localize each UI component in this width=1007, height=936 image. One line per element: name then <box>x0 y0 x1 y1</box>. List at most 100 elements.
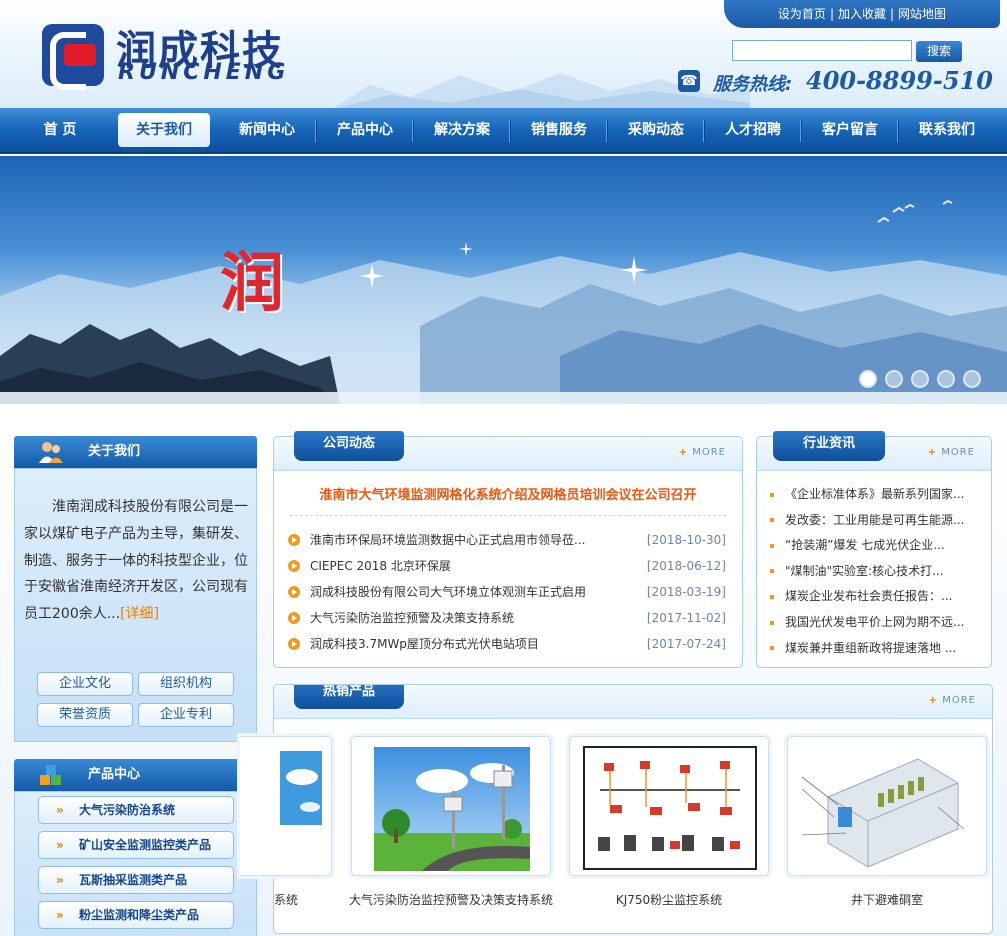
bullet-icon <box>770 594 774 599</box>
page: 润成科技 RUNCHENG 设为首页 | 加入收藏 | 网站地图 搜索 ☎ 服务热线: … <box>0 0 1007 936</box>
product-category-link[interactable]: » 大气污染防治系统 <box>38 796 234 824</box>
nav-item[interactable]: 新闻中心 <box>218 113 316 147</box>
hot-products-more[interactable]: + MORE <box>929 695 976 706</box>
patents-link[interactable]: 企业专利 <box>138 703 234 727</box>
industry-news-title: 煤炭企业发布社会责任报告：... <box>785 589 953 604</box>
honors-link[interactable]: 荣誉资质 <box>37 703 133 727</box>
industry-news-item[interactable]: 煤炭企业发布社会责任报告：... <box>770 586 970 606</box>
hotline-label: 服务热线: <box>713 74 793 95</box>
company-news-title: 公司动态 <box>294 431 404 461</box>
product-caption[interactable]: 系统 <box>240 891 332 908</box>
logo-english-text[interactable]: RUNCHENG <box>118 60 289 85</box>
play-bullet-icon <box>288 560 300 572</box>
news-date: [2018-03-19] <box>646 585 726 599</box>
product-card[interactable] <box>351 736 551 876</box>
set-homepage-link[interactable]: 设为首页 <box>778 7 826 21</box>
play-bullet-icon <box>288 586 300 598</box>
news-date: [2017-07-24] <box>646 637 726 651</box>
industry-news-item[interactable]: 《企业标准体系》最新系列国家... <box>770 484 970 504</box>
product-category-label: 粉尘监测和降尘类产品 <box>79 908 200 922</box>
product-category-link[interactable]: » 矿山安全监测监控类产品 <box>38 831 234 859</box>
search-button[interactable]: 搜索 <box>916 41 962 62</box>
nav-item[interactable]: 客户留言 <box>801 113 899 147</box>
nav-item[interactable]: 首 页 <box>10 113 110 147</box>
company-news-more[interactable]: + MORE <box>679 447 726 458</box>
banner-dot[interactable] <box>885 370 903 388</box>
product-card[interactable] <box>240 736 332 876</box>
hero-banner: 润 <box>0 156 1007 404</box>
bullet-icon <box>770 492 774 497</box>
news-item[interactable]: 润成科技3.7MWp屋顶分布式光伏电站项目 [2017-07-24] <box>288 633 728 655</box>
news-date: [2018-10-30] <box>646 533 726 547</box>
banner-dot[interactable] <box>937 370 955 388</box>
bullet-icon <box>770 620 774 625</box>
news-item[interactable]: 淮南市环保局环境监测数据中心正式启用市领导莅... [2018-10-30] <box>288 529 728 551</box>
product-caption[interactable]: 井下避难硐室 <box>787 891 987 908</box>
banner-landscape <box>0 199 1007 404</box>
play-bullet-icon <box>288 534 300 546</box>
product-caption[interactable]: 大气污染防治监控预警及决策支持系统 <box>340 891 562 908</box>
nav-divider <box>315 120 316 142</box>
industry-news-more[interactable]: + MORE <box>928 447 975 458</box>
people-icon <box>39 442 63 463</box>
arrow-icon: » <box>56 873 64 887</box>
industry-news-item[interactable]: "煤制油"实验室:核心技术打... <box>770 561 970 581</box>
banner-dot[interactable] <box>911 370 929 388</box>
logo-mark[interactable] <box>42 24 104 90</box>
product-image <box>801 758 965 868</box>
banner-dot[interactable] <box>963 370 981 388</box>
industry-news-item[interactable]: 我国光伏发电平价上网为期不远... <box>770 612 970 632</box>
sitemap-link[interactable]: 网站地图 <box>898 7 946 21</box>
product-category-link[interactable]: » 瓦斯抽采监测类产品 <box>38 866 234 894</box>
nav-item[interactable]: 人才招聘 <box>704 113 802 147</box>
products-side-title: 产品中心 <box>88 767 141 782</box>
product-caption[interactable]: KJ750粉尘监控系统 <box>569 891 769 908</box>
product-card[interactable] <box>569 736 769 876</box>
product-category-link[interactable]: » 粉尘监测和降尘类产品 <box>38 901 234 929</box>
add-favorite-link[interactable]: 加入收藏 <box>838 7 886 21</box>
hot-products-title: 热销产品 <box>294 685 404 709</box>
arrow-icon: » <box>56 838 64 852</box>
culture-link[interactable]: 企业文化 <box>37 672 133 696</box>
nav-item[interactable]: 销售服务 <box>510 113 608 147</box>
nav-divider <box>897 120 898 142</box>
product-category-label: 瓦斯抽采监测类产品 <box>79 873 188 887</box>
nav-item[interactable]: 采购动态 <box>607 113 705 147</box>
about-detail-link[interactable]: [详细] <box>120 606 159 622</box>
industry-news-item[interactable]: “抢装潮”爆发 七成光伏企业... <box>770 535 970 555</box>
news-title: 润成科技股份有限公司大气环境立体观测车正式启用 <box>310 585 587 599</box>
news-item[interactable]: 润成科技股份有限公司大气环境立体观测车正式启用 [2018-03-19] <box>288 581 728 603</box>
bullet-icon <box>770 569 774 574</box>
nav-item[interactable]: 联系我们 <box>898 113 996 147</box>
news-date: [2018-06-12] <box>646 559 726 573</box>
top-links-bar: 设为首页 | 加入收藏 | 网站地图 <box>724 0 1000 28</box>
news-title: 润成科技3.7MWp屋顶分布式光伏电站项目 <box>310 637 539 651</box>
product-category-label: 矿山安全监测监控类产品 <box>79 838 212 852</box>
product-card[interactable] <box>787 736 987 876</box>
about-header: 关于我们 <box>14 436 257 468</box>
cubes-icon <box>40 765 61 785</box>
headline-divider <box>290 515 726 516</box>
product-category-label: 大气污染防治系统 <box>79 803 176 817</box>
about-title: 关于我们 <box>88 444 141 459</box>
product-image <box>374 747 530 871</box>
banner-dot[interactable] <box>859 370 877 388</box>
arrow-icon: » <box>56 803 64 817</box>
banner-title: 润 <box>220 246 284 321</box>
nav-item[interactable]: 产品中心 <box>316 113 414 147</box>
news-item[interactable]: CIEPEC 2018 北京环保展 [2018-06-12] <box>288 555 728 577</box>
industry-news-item[interactable]: 煤炭兼并重组新政将提速落地 ... <box>770 638 970 658</box>
product-image <box>583 746 757 870</box>
nav-item[interactable]: 解决方案 <box>413 113 511 147</box>
nav-divider <box>800 120 801 142</box>
industry-news-title: 发改委：工业用能是可再生能源... <box>785 512 965 527</box>
search-input[interactable] <box>732 40 912 61</box>
news-headline[interactable]: 淮南市大气环境监测网格化系统介绍及网格员培训会议在公司召开 <box>274 484 742 503</box>
nav-item[interactable]: 关于我们 <box>118 113 210 147</box>
bullet-icon <box>770 543 774 548</box>
organization-link[interactable]: 组织机构 <box>138 672 234 696</box>
industry-news-item[interactable]: 发改委：工业用能是可再生能源... <box>770 510 970 530</box>
news-item[interactable]: 大气污染防治监控预警及决策支持系统 [2017-11-02] <box>288 607 728 629</box>
hotline-number: 400-8899-510 <box>806 66 993 95</box>
product-image <box>280 751 322 825</box>
